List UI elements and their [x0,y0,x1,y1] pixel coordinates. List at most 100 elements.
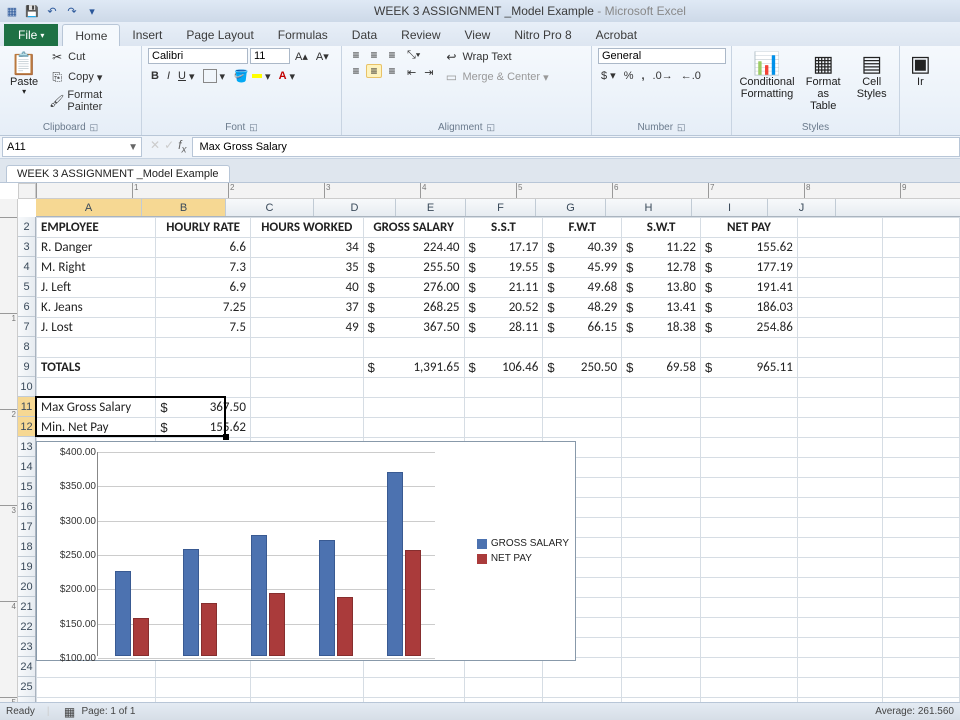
tab-home[interactable]: Home [62,24,120,46]
font-color-button[interactable]: A▾ [276,69,298,84]
rowhdr-19[interactable]: 19 [18,557,35,577]
shrink-font-button[interactable]: A▾ [313,49,332,64]
font-dialog-icon[interactable]: ◱ [249,122,258,133]
name-box[interactable]: ▼ [2,137,142,157]
vertical-align[interactable]: ≡≡≡ [348,48,400,62]
underline-button[interactable]: U ▾ [175,69,197,84]
tab-acrobat[interactable]: Acrobat [584,24,649,46]
qat-dropdown-icon[interactable]: ▾ [84,3,100,19]
alignment-dialog-icon[interactable]: ◱ [486,122,495,133]
colhdr-E[interactable]: E [396,199,466,216]
rowhdr-22[interactable]: 22 [18,617,35,637]
orientation-button[interactable]: ⤡▾ [404,48,436,63]
rowhdr-16[interactable]: 16 [18,497,35,517]
tab-data[interactable]: Data [340,24,389,46]
bold-button[interactable]: B [148,69,162,83]
colhdr-J[interactable]: J [768,199,836,216]
rowhdr-2[interactable]: 2 [18,217,35,237]
select-all-corner[interactable] [18,183,36,199]
border-button[interactable]: ▾ [200,68,229,84]
number-format-combo[interactable] [598,48,726,64]
font-size-combo[interactable] [250,48,290,64]
rowhdr-17[interactable]: 17 [18,517,35,537]
merge-center-button[interactable]: ▭Merge & Center ▾ [440,68,551,86]
file-tab[interactable]: File ▾ [4,24,58,46]
font-name-combo[interactable] [148,48,248,64]
rowhdr-8[interactable]: 8 [18,337,35,357]
increase-indent-button[interactable]: ⇥ [421,65,436,80]
colhdr-I[interactable]: I [692,199,768,216]
tab-review[interactable]: Review [389,24,452,46]
format-as-table-button[interactable]: ▦Format as Table [800,48,846,116]
rowhdr-23[interactable]: 23 [18,637,35,657]
formula-input[interactable] [192,137,960,157]
undo-icon[interactable]: ↶ [44,3,60,19]
colhdr-H[interactable]: H [606,199,692,216]
rowhdr-5[interactable]: 5 [18,277,35,297]
copy-button[interactable]: ⎘Copy ▾ [46,68,135,86]
embedded-chart[interactable]: $400.00$350.00$300.00$250.00$200.00$150.… [36,441,576,661]
name-box-dropdown-icon[interactable]: ▼ [125,142,141,153]
accounting-format-button[interactable]: $ ▾ [598,68,619,83]
decrease-indent-button[interactable]: ⇤ [404,65,419,80]
fill-color-button[interactable]: 🪣▾ [230,67,274,85]
grow-font-button[interactable]: A▴ [292,49,311,64]
decrease-decimal-button[interactable]: ←.0 [678,69,704,83]
worksheet-grid[interactable]: 123456789 12345 ABCDEFGHIJ 2345678910111… [0,183,960,702]
horizontal-align[interactable]: ≡≡≡ [348,64,400,78]
rowhdr-13[interactable]: 13 [18,437,35,457]
rowhdr-15[interactable]: 15 [18,477,35,497]
insert-cells-button[interactable]: ▣Ir [906,48,935,92]
colhdr-F[interactable]: F [466,199,536,216]
tab-page-layout[interactable]: Page Layout [174,24,265,46]
colhdr-A[interactable]: A [36,199,142,216]
rowhdr-6[interactable]: 6 [18,297,35,317]
tab-view[interactable]: View [453,24,503,46]
paste-button[interactable]: 📋 Paste▾ [6,48,42,101]
cells[interactable]: EMPLOYEEHOURLY RATEHOURS WORKEDGROSS SAL… [36,217,960,702]
workbook-tab[interactable]: WEEK 3 ASSIGNMENT _Model Example [6,165,230,182]
colhdr-G[interactable]: G [536,199,606,216]
increase-decimal-button[interactable]: .0→ [650,69,676,83]
column-headers[interactable]: ABCDEFGHIJ [36,199,960,217]
rowhdr-3[interactable]: 3 [18,237,35,257]
format-painter-button[interactable]: 🖌Format Painter [46,88,135,114]
clipboard-dialog-icon[interactable]: ◱ [90,122,99,133]
cancel-edit-icon[interactable]: ✕ [150,138,160,155]
tab-nitro[interactable]: Nitro Pro 8 [502,24,583,46]
rowhdr-14[interactable]: 14 [18,457,35,477]
tab-insert[interactable]: Insert [120,24,174,46]
rowhdr-20[interactable]: 20 [18,577,35,597]
rowhdr-24[interactable]: 24 [18,657,35,677]
number-dialog-icon[interactable]: ◱ [677,122,686,133]
rowhdr-10[interactable]: 10 [18,377,35,397]
colhdr-C[interactable]: C [226,199,314,216]
rowhdr-26[interactable]: 26 [18,697,35,702]
fx-icon[interactable]: fx [178,138,186,155]
conditional-formatting-button[interactable]: 📊Conditional Formatting [738,48,796,104]
enter-edit-icon[interactable]: ✓ [164,138,174,155]
rowhdr-12[interactable]: 12 [18,417,35,437]
italic-button[interactable]: I [164,69,173,83]
colhdr-D[interactable]: D [314,199,396,216]
chart-legend: GROSS SALARY NET PAY [477,534,569,568]
rowhdr-21[interactable]: 21 [18,597,35,617]
save-icon[interactable]: 💾 [24,3,40,19]
name-box-input[interactable] [3,139,125,155]
colhdr-B[interactable]: B [142,199,226,216]
tab-formulas[interactable]: Formulas [266,24,340,46]
rowhdr-11[interactable]: 11 [18,397,35,417]
wrap-text-button[interactable]: ↩Wrap Text [440,48,551,66]
rowhdr-18[interactable]: 18 [18,537,35,557]
rowhdr-7[interactable]: 7 [18,317,35,337]
rowhdr-4[interactable]: 4 [18,257,35,277]
fill-handle[interactable] [223,434,229,440]
cell-styles-button[interactable]: ▤Cell Styles [850,48,893,104]
percent-button[interactable]: % [621,69,637,83]
row-headers[interactable]: 2345678910111213141516171819202122232425… [18,217,36,702]
comma-button[interactable]: , [638,69,647,83]
redo-icon[interactable]: ↷ [64,3,80,19]
cut-button[interactable]: ✂Cut [46,48,135,66]
rowhdr-9[interactable]: 9 [18,357,35,377]
rowhdr-25[interactable]: 25 [18,677,35,697]
